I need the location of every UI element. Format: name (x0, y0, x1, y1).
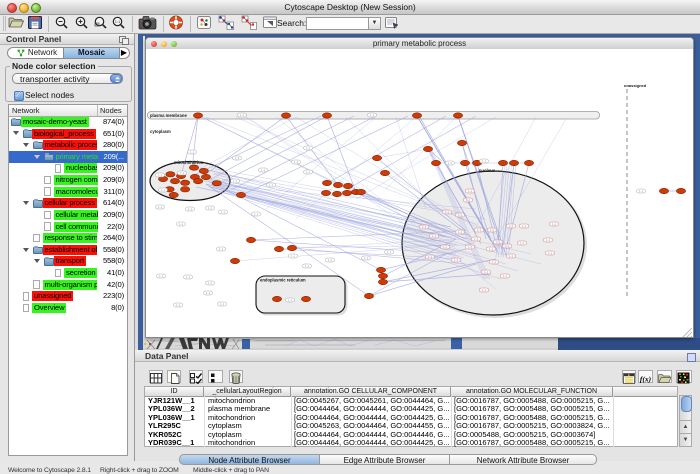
svg-text:(···): (···) (509, 255, 513, 258)
svg-text:(···): (···) (269, 184, 273, 187)
svg-text:(···): (···) (186, 276, 190, 279)
svg-text:(···): (···) (220, 303, 224, 306)
svg-text:(···): (···) (261, 169, 265, 172)
svg-text:(···): (···) (509, 225, 513, 228)
svg-text:unassigned: unassigned (624, 83, 647, 88)
svg-text:(···): (···) (179, 223, 183, 226)
svg-text:(···): (···) (208, 282, 212, 285)
svg-text:(···): (···) (291, 255, 295, 258)
svg-text:(···): (···) (180, 172, 184, 175)
svg-text:(···): (···) (546, 239, 550, 242)
svg-text:(···): (···) (496, 241, 500, 244)
svg-text:(···): (···) (445, 211, 449, 214)
svg-text:(···): (···) (305, 265, 309, 268)
svg-text:(···): (···) (219, 248, 223, 251)
svg-text:(···): (···) (489, 248, 493, 251)
svg-text:(···): (···) (520, 242, 524, 245)
svg-text:(···): (···) (161, 189, 165, 192)
svg-text:(···): (···) (522, 225, 526, 228)
svg-text:endoplasmic reticulum: endoplasmic reticulum (260, 278, 306, 283)
svg-text:nucleus: nucleus (479, 168, 496, 173)
svg-text:(···): (···) (221, 211, 225, 214)
svg-text:(···): (···) (490, 229, 494, 232)
svg-text:f(x): f(x) (640, 375, 652, 384)
svg-text:(···): (···) (458, 231, 462, 234)
svg-text:(···): (···) (306, 171, 310, 174)
svg-text:(···): (···) (254, 213, 258, 216)
svg-text:(···): (···) (288, 299, 292, 302)
svg-text:(···): (···) (387, 251, 391, 254)
svg-text:(···): (···) (422, 226, 426, 229)
svg-text:(···): (···) (208, 207, 212, 210)
svg-text:(···): (···) (503, 275, 507, 278)
svg-text:(···): (···) (190, 151, 194, 154)
svg-text:(···): (···) (364, 257, 368, 260)
svg-text:(···): (···) (492, 261, 496, 264)
svg-text:(···): (···) (484, 271, 488, 274)
svg-text:(···): (···) (158, 206, 162, 209)
svg-text:(···): (···) (639, 190, 643, 193)
svg-text:(···): (···) (477, 229, 481, 232)
svg-text:(···): (···) (328, 259, 332, 262)
svg-text:(···): (···) (548, 252, 552, 255)
svg-text:(···): (···) (206, 292, 210, 295)
svg-text:(···): (···) (176, 304, 180, 307)
svg-text:(···): (···) (188, 208, 192, 211)
svg-text:(···): (···) (235, 157, 239, 160)
svg-text:(···): (···) (443, 246, 447, 249)
svg-text:plasma membrane: plasma membrane (150, 113, 187, 118)
svg-text:(···): (···) (448, 162, 452, 165)
svg-text:(···): (···) (466, 199, 470, 202)
svg-text:(···): (···) (158, 174, 162, 177)
svg-text:(···): (···) (468, 246, 472, 249)
svg-text:(···): (···) (454, 259, 458, 262)
svg-text:(···): (···) (468, 190, 472, 193)
svg-text:mitochondrion: mitochondrion (174, 160, 204, 165)
svg-text:(···): (···) (432, 235, 436, 238)
svg-text:(···): (···) (240, 114, 244, 117)
svg-text:(···): (···) (306, 147, 310, 150)
svg-text:(···): (···) (505, 245, 509, 248)
svg-text:(···): (···) (370, 114, 374, 117)
svg-text:(···): (···) (458, 214, 462, 217)
svg-text:(···): (···) (428, 256, 432, 259)
svg-text:(···): (···) (294, 161, 298, 164)
svg-text:cytoplasm: cytoplasm (150, 129, 171, 134)
svg-text:(···): (···) (233, 180, 237, 183)
svg-text:(···): (···) (482, 289, 486, 292)
svg-text:(···): (···) (552, 223, 556, 226)
svg-text:(···): (···) (159, 275, 163, 278)
svg-text:(···): (···) (482, 160, 486, 163)
svg-text:(···): (···) (474, 238, 478, 241)
svg-text:1:1: 1:1 (115, 19, 121, 24)
